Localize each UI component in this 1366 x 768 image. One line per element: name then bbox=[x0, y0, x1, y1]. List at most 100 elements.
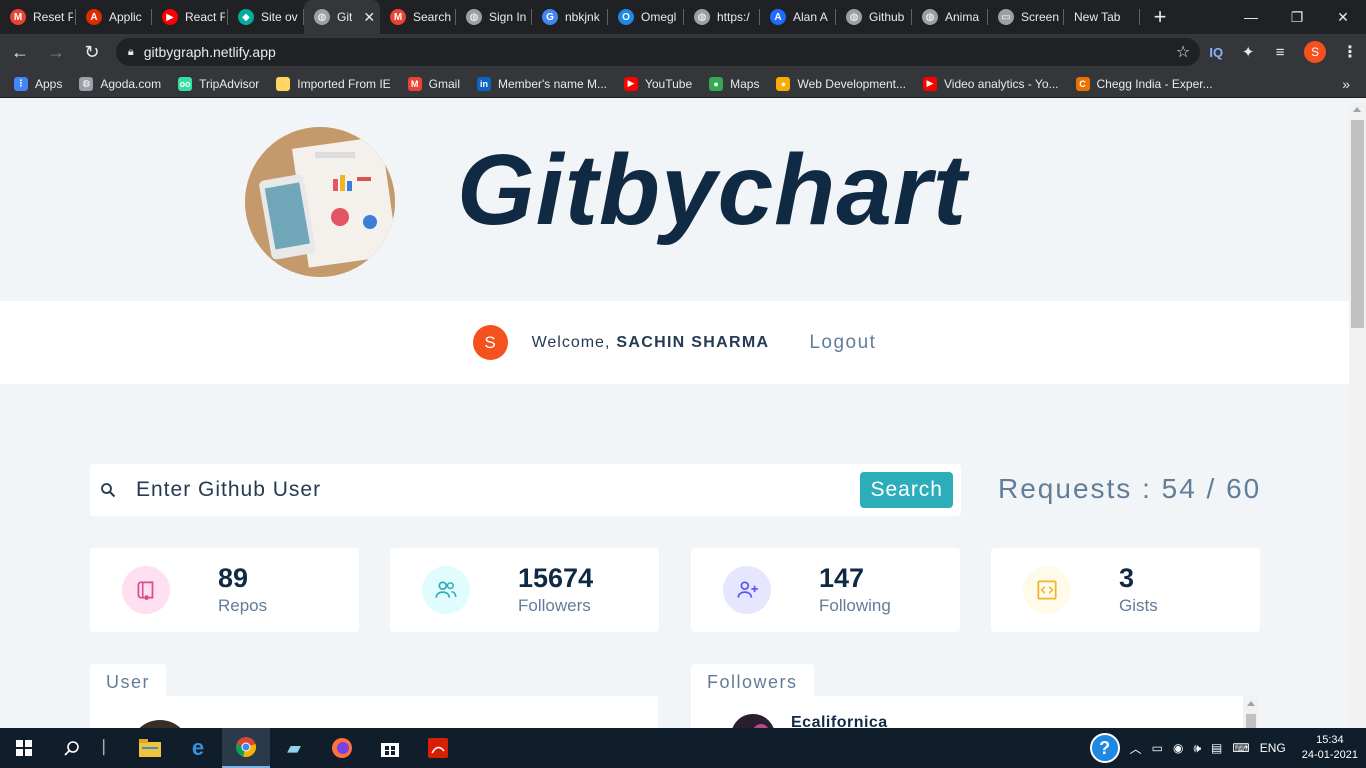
bookmark-item[interactable]: ▶ Video analytics - Yo... bbox=[922, 76, 1059, 91]
google-icon: G bbox=[542, 9, 558, 25]
followers-scrollbar[interactable] bbox=[1244, 696, 1258, 728]
tray-expand-icon[interactable]: ︿ bbox=[1130, 740, 1142, 757]
bookmark-item[interactable]: ▶ YouTube bbox=[623, 76, 693, 91]
bookmark-label: TripAdvisor bbox=[199, 76, 260, 91]
scroll-up-icon[interactable] bbox=[1353, 107, 1361, 112]
bookmark-favicon-icon: oo bbox=[178, 76, 193, 91]
page-scrollbar[interactable] bbox=[1349, 103, 1366, 728]
stat-label: Gists bbox=[1119, 595, 1158, 615]
chrome-menu-icon[interactable]: ⋮ bbox=[1334, 42, 1366, 62]
tab-label: React F bbox=[185, 10, 225, 24]
media-queue-icon[interactable]: ≡ bbox=[1264, 44, 1296, 61]
angular-icon: A bbox=[86, 9, 102, 25]
windows-start-icon[interactable] bbox=[0, 728, 48, 768]
address-bar[interactable]: 🔒︎ gitbygraph.netlify.app ☆ bbox=[115, 38, 1201, 66]
bookmark-label: Member's name M... bbox=[498, 76, 607, 91]
bookmark-label: Apps bbox=[35, 76, 63, 91]
browser-tab[interactable]: ◆ Site ov bbox=[228, 0, 304, 34]
volume-icon[interactable]: 🕪︎ bbox=[1193, 741, 1201, 756]
browser-tab[interactable]: ◍ Anima bbox=[912, 0, 988, 34]
bookmark-item[interactable]: ◍ Agoda.com bbox=[79, 76, 162, 91]
scrollbar-thumb[interactable] bbox=[1351, 120, 1364, 328]
browser-tab[interactable]: M Reset P bbox=[0, 0, 76, 34]
clock-date: 24-01-2021 bbox=[1301, 749, 1358, 761]
stat-card-repos: 89 Repos bbox=[90, 548, 359, 632]
bookmark-favicon-icon: ● bbox=[709, 76, 724, 91]
notification-icon[interactable]: ▤ bbox=[1211, 741, 1222, 755]
bookmark-item[interactable]: M Gmail bbox=[407, 76, 460, 91]
iq-extension-icon[interactable]: IQ bbox=[1200, 45, 1232, 60]
tab-label: Screen bbox=[1021, 10, 1060, 24]
globe-icon: ◍ bbox=[922, 9, 938, 25]
browser-tab[interactable]: A Alan A bbox=[760, 0, 836, 34]
browser-tab[interactable]: ◍ Git ✕ bbox=[304, 0, 380, 34]
browser-tab[interactable]: ◍ Sign In bbox=[456, 0, 532, 34]
welcome-greeting: Welcome, bbox=[531, 333, 611, 351]
browser-tab[interactable]: A Applic bbox=[76, 0, 152, 34]
bookmark-item[interactable]: oo TripAdvisor bbox=[178, 76, 260, 91]
chrome-icon[interactable] bbox=[222, 728, 270, 768]
file-explorer-icon[interactable] bbox=[126, 728, 174, 768]
github-user-input[interactable] bbox=[136, 478, 836, 502]
extensions-puzzle-icon[interactable]: ✦ bbox=[1232, 43, 1264, 61]
store-icon[interactable] bbox=[366, 728, 414, 768]
bookmark-label: Web Development... bbox=[797, 76, 906, 91]
browser-tab[interactable]: ◍ https:/ bbox=[684, 0, 760, 34]
stat-value: 3 bbox=[1119, 562, 1135, 593]
bookmark-item[interactable]: in Member's name M... bbox=[477, 76, 607, 91]
url-text[interactable]: gitbygraph.netlify.app bbox=[144, 44, 276, 60]
tab-label: Reset P bbox=[33, 10, 73, 24]
bookmark-item[interactable]: ● Web Development... bbox=[776, 76, 906, 91]
tab-label: nbkjnk bbox=[565, 10, 600, 24]
globe-icon: ◍ bbox=[314, 9, 330, 25]
search-icon bbox=[101, 483, 116, 498]
bookmark-star-icon[interactable]: ☆ bbox=[1176, 42, 1190, 62]
bookmark-item[interactable]: C Chegg India - Exper... bbox=[1075, 76, 1213, 91]
search-icon[interactable] bbox=[48, 728, 96, 768]
stat-label: Repos bbox=[218, 595, 268, 615]
system-clock[interactable]: 15:34 24-01-2021 bbox=[1302, 733, 1358, 763]
bookmark-label: Agoda.com bbox=[100, 76, 162, 91]
language-indicator[interactable]: ENG bbox=[1260, 741, 1286, 755]
browser-tab[interactable]: ▶ React F bbox=[152, 0, 228, 34]
browser-tab[interactable]: ▭ Screen bbox=[988, 0, 1064, 34]
reload-button[interactable]: ↻ bbox=[76, 36, 108, 68]
firefox-icon[interactable] bbox=[318, 728, 366, 768]
browser-tab[interactable]: Gnbkjnk bbox=[532, 0, 608, 34]
notepad-icon[interactable]: ▰ bbox=[270, 728, 318, 768]
follower-name[interactable]: Ecalifornica bbox=[791, 714, 888, 728]
stat-value: 147 bbox=[819, 562, 865, 593]
bookmarks-overflow-icon[interactable]: » bbox=[1342, 76, 1350, 92]
bookmark-favicon-icon: ⋮ bbox=[14, 76, 28, 91]
youtube-icon: ▶ bbox=[162, 9, 178, 25]
hero-section: Gitbychart bbox=[0, 103, 1349, 301]
bookmark-item[interactable]: ● Maps bbox=[709, 76, 759, 91]
bookmark-item[interactable]: Imported From IE bbox=[276, 76, 391, 91]
browser-tab[interactable]: New Tab bbox=[1064, 0, 1140, 34]
browser-tab[interactable]: O Omegl bbox=[608, 0, 684, 34]
search-button[interactable]: Search bbox=[860, 472, 953, 508]
task-view-icon[interactable]: ⎸ bbox=[96, 728, 126, 768]
keyboard-icon[interactable]: ⌨ bbox=[1232, 741, 1249, 755]
restore-button[interactable]: ❐ bbox=[1274, 0, 1320, 34]
alan-icon: A bbox=[770, 9, 786, 25]
browser-tab[interactable]: M Search bbox=[380, 0, 456, 34]
close-tab-icon[interactable]: ✕ bbox=[363, 9, 375, 26]
minimize-button[interactable]: — bbox=[1228, 0, 1274, 34]
forward-button[interactable]: → bbox=[40, 36, 72, 68]
profile-avatar[interactable]: S bbox=[1304, 41, 1327, 63]
battery-icon[interactable]: ▭ bbox=[1152, 741, 1163, 755]
browser-tab[interactable]: ◍ Github bbox=[836, 0, 912, 34]
acrobat-icon[interactable] bbox=[414, 728, 462, 768]
new-tab-button[interactable]: + bbox=[1140, 0, 1180, 34]
hero-image bbox=[245, 127, 395, 277]
help-icon[interactable]: ? bbox=[1089, 733, 1120, 763]
bookmark-label: YouTube bbox=[644, 76, 693, 91]
bookmark-item[interactable]: ⋮ Apps bbox=[14, 76, 63, 91]
chrome-tray-icon[interactable]: ◉ bbox=[1173, 741, 1183, 755]
lock-icon[interactable]: 🔒︎ bbox=[128, 46, 134, 59]
logout-button[interactable]: Logout bbox=[809, 332, 876, 354]
close-window-button[interactable]: ✕ bbox=[1320, 0, 1366, 34]
edge-browser-icon[interactable]: e bbox=[174, 728, 222, 768]
back-button[interactable]: ← bbox=[4, 36, 36, 68]
